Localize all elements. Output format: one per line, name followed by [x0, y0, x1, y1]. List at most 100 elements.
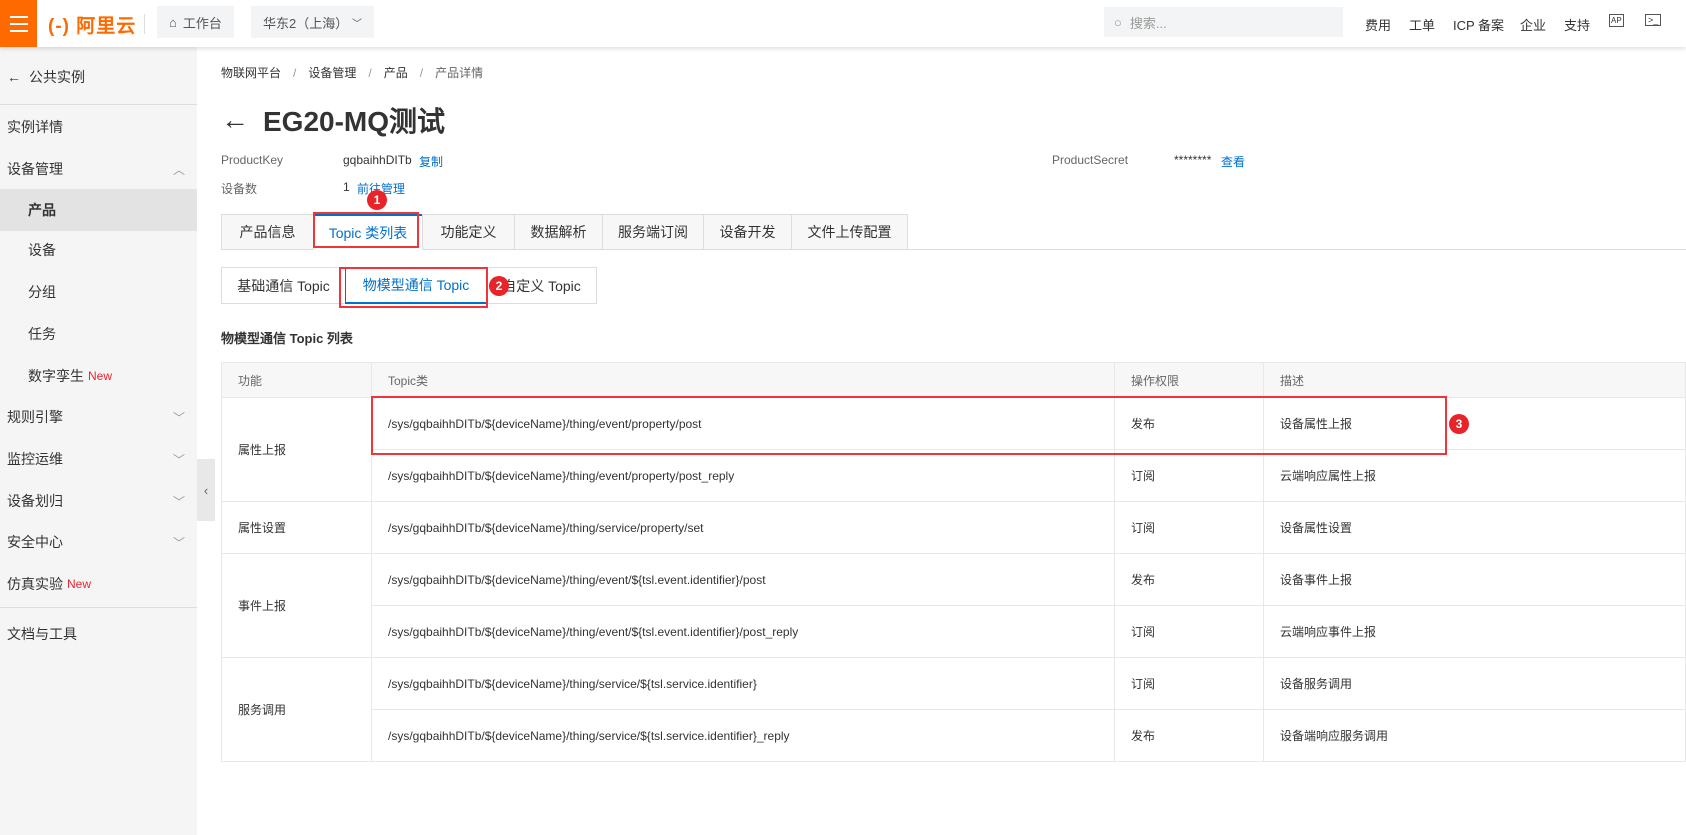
back-label: 公共实例 — [29, 69, 85, 85]
back-arrow-icon[interactable]: ← — [221, 104, 249, 136]
sidebar-item-device[interactable]: 设备 — [0, 230, 197, 270]
sidebar-item-simulation[interactable]: 仿真实验 New — [0, 564, 197, 604]
subtab-basic-topic[interactable]: 基础通信 Topic — [221, 267, 346, 304]
cell-topic: /sys/gqbaihhDITb/${deviceName}/thing/ser… — [371, 501, 1115, 554]
chevron-up-icon: ︿ — [172, 162, 185, 177]
search-input[interactable]: ○ 搜索... — [1104, 7, 1343, 37]
sidebar-item-monitoring[interactable]: 监控运维 ﹀ — [0, 439, 197, 479]
sidebar: ← 公共实例 实例详情 设备管理 ︿ 产品 设备 分组 任务 数字孪生 New 规则引… — [0, 47, 197, 835]
cell-topic: /sys/gqbaihhDITb/${deviceName}/thing/eve… — [371, 449, 1115, 502]
tab-data-parsing[interactable]: 数据解析 — [514, 214, 602, 250]
breadcrumb-iot-platform[interactable]: 物联网平台 — [221, 66, 281, 80]
annotation-box-3 — [371, 396, 1447, 455]
header-topic: Topic类 — [371, 362, 1115, 398]
table-row: /sys/gqbaihhDITb/${deviceName}/thing/eve… — [222, 605, 1686, 658]
search-icon: ○ — [1114, 14, 1122, 30]
table-row: /sys/gqbaihhDITb/${deviceName}/thing/eve… — [222, 449, 1686, 502]
back-public-instance[interactable]: ← 公共实例 — [0, 57, 197, 97]
header-permission: 操作权限 — [1114, 362, 1264, 398]
label: 规则引擎 — [7, 409, 63, 425]
annotation-badge-2: 2 — [489, 276, 509, 296]
sidebar-item-docs-tools[interactable]: 文档与工具 — [0, 614, 197, 654]
sidebar-item-task[interactable]: 任务 — [0, 314, 197, 354]
label: 监控运维 — [7, 451, 63, 467]
table-row: 服务调用/sys/gqbaihhDITb/${deviceName}/thing… — [221, 657, 1686, 762]
nav-support[interactable]: 支持 — [1564, 15, 1590, 34]
label: 设备划归 — [7, 493, 63, 509]
region-select[interactable]: 华东2（上海） ﹀ — [251, 6, 374, 38]
divider — [0, 607, 197, 608]
cell-topic: /sys/gqbaihhDITb/${deviceName}/thing/eve… — [371, 553, 1115, 606]
product-secret-label: ProductSecret — [1052, 153, 1129, 167]
title-text: EG20-MQ测试 — [263, 106, 446, 137]
cell-permission: 订阅 — [1114, 449, 1264, 502]
sidebar-item-product[interactable]: 产品 — [0, 189, 197, 231]
annotation-badge-1: 1 — [367, 190, 387, 210]
label: 数字孪生 — [28, 368, 84, 384]
arrow-left-icon: ← — [7, 69, 21, 85]
cell-description: 设备属性设置 — [1263, 501, 1686, 554]
cell-function: 属性设置 — [221, 501, 372, 554]
chevron-down-icon: ﹀ — [172, 452, 185, 467]
nav-icp[interactable]: ICP 备案 — [1453, 15, 1504, 34]
breadcrumb-product[interactable]: 产品 — [384, 66, 408, 80]
cell-topic: /sys/gqbaihhDITb/${deviceName}/thing/ser… — [371, 709, 1115, 762]
sidebar-item-device-assignment[interactable]: 设备划归 ﹀ — [0, 481, 197, 521]
annotation-box-2 — [339, 267, 488, 308]
cell-topic: /sys/gqbaihhDITb/${deviceName}/thing/eve… — [371, 605, 1115, 658]
breadcrumb-device-management[interactable]: 设备管理 — [308, 66, 356, 80]
tab-file-upload-config[interactable]: 文件上传配置 — [791, 214, 908, 250]
sidebar-item-security[interactable]: 安全中心 ﹀ — [0, 522, 197, 562]
cell-description: 设备端响应服务调用 — [1263, 709, 1686, 762]
label: 设备管理 — [7, 161, 63, 177]
cell-description: 设备服务调用 — [1263, 657, 1686, 710]
table-row: 事件上报/sys/gqbaihhDITb/${deviceName}/thing… — [221, 553, 1686, 658]
search-placeholder: 搜索... — [1129, 15, 1167, 31]
label: 安全中心 — [7, 534, 63, 550]
nav-tickets[interactable]: 工单 — [1409, 15, 1435, 34]
table-row: 属性设置/sys/gqbaihhDITb/${deviceName}/thing… — [221, 501, 1686, 554]
cell-function: 事件上报 — [221, 553, 372, 658]
nav-enterprise[interactable]: 企业 — [1520, 15, 1546, 34]
divider — [144, 14, 145, 34]
new-badge: New — [67, 577, 92, 591]
sidebar-item-digital-twin[interactable]: 数字孪生 New — [0, 356, 197, 396]
page-title: ← EG20-MQ测试 — [221, 100, 445, 140]
label: 实例详情 — [7, 119, 63, 135]
tab-server-subscription[interactable]: 服务端订阅 — [602, 214, 703, 250]
label: 仿真实验 — [7, 576, 63, 592]
chevron-down-icon: ﹀ — [172, 535, 185, 550]
annotation-badge-3: 3 — [1449, 414, 1469, 434]
cell-description: 云端响应事件上报 — [1263, 605, 1686, 658]
sidebar-item-instance-details[interactable]: 实例详情 — [0, 107, 197, 147]
region-label: 华东2（上海） — [263, 15, 349, 31]
sidebar-collapse-handle[interactable]: ‹ — [197, 459, 215, 521]
sidebar-item-rules-engine[interactable]: 规则引擎 ﹀ — [0, 397, 197, 437]
product-secret-value: ******** — [1174, 153, 1212, 167]
terminal-icon[interactable]: >_ — [1645, 14, 1662, 26]
app-icon[interactable]: AP — [1609, 14, 1624, 27]
sidebar-item-group[interactable]: 分组 — [0, 272, 197, 312]
annotation-box-1 — [313, 212, 419, 248]
sidebar-item-device-management[interactable]: 设备管理 ︿ — [0, 149, 197, 189]
cell-permission: 订阅 — [1114, 657, 1264, 710]
cell-permission: 发布 — [1114, 553, 1264, 606]
tab-function-definition[interactable]: 功能定义 — [422, 214, 514, 250]
cell-description: 设备事件上报 — [1263, 553, 1686, 606]
label: 分组 — [28, 284, 56, 300]
cell-permission: 订阅 — [1114, 605, 1264, 658]
chevron-down-icon: ﹀ — [352, 18, 362, 30]
product-key-label: ProductKey — [221, 153, 284, 167]
device-count-label: 设备数 — [221, 182, 258, 196]
menu-icon[interactable] — [0, 0, 37, 47]
top-bar: (-) 阿里云 ⌂ 工作台 华东2（上海） ﹀ ○ 搜索... 费用 工单 ICP 备… — [0, 0, 1686, 47]
cell-permission: 订阅 — [1114, 501, 1264, 554]
aliyun-logo[interactable]: (-) 阿里云 — [48, 11, 136, 38]
table-row: /sys/gqbaihhDITb/${deviceName}/thing/ser… — [222, 709, 1686, 762]
nav-fees[interactable]: 费用 — [1365, 15, 1391, 34]
view-secret-link[interactable]: 查看 — [1221, 153, 1245, 170]
tab-device-development[interactable]: 设备开发 — [703, 214, 791, 250]
copy-link[interactable]: 复制 — [419, 153, 443, 170]
workbench-button[interactable]: ⌂ 工作台 — [157, 6, 234, 38]
tab-product-info[interactable]: 产品信息 — [221, 214, 313, 250]
